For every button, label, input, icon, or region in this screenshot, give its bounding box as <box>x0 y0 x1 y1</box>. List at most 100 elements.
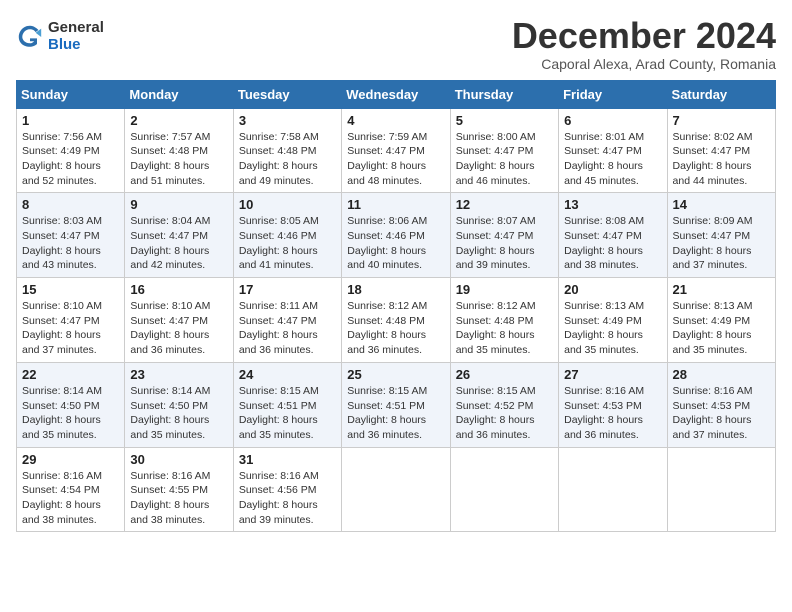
day-number: 14 <box>673 197 770 212</box>
logo-icon <box>16 23 44 51</box>
day-number: 19 <box>456 282 553 297</box>
calendar-cell: 23 Sunrise: 8:14 AMSunset: 4:50 PMDaylig… <box>125 362 233 447</box>
day-number: 12 <box>456 197 553 212</box>
calendar-cell: 31 Sunrise: 8:16 AMSunset: 4:56 PMDaylig… <box>233 447 341 532</box>
day-detail: Sunrise: 8:13 AMSunset: 4:49 PMDaylight:… <box>673 300 753 356</box>
day-number: 20 <box>564 282 661 297</box>
day-detail: Sunrise: 8:10 AMSunset: 4:47 PMDaylight:… <box>22 300 102 356</box>
header-thursday: Thursday <box>450 80 558 108</box>
calendar-cell: 20 Sunrise: 8:13 AMSunset: 4:49 PMDaylig… <box>559 278 667 363</box>
calendar-cell: 10 Sunrise: 8:05 AMSunset: 4:46 PMDaylig… <box>233 193 341 278</box>
calendar-week-row: 8 Sunrise: 8:03 AMSunset: 4:47 PMDayligh… <box>17 193 776 278</box>
day-detail: Sunrise: 8:05 AMSunset: 4:46 PMDaylight:… <box>239 215 319 271</box>
day-detail: Sunrise: 8:15 AMSunset: 4:51 PMDaylight:… <box>239 385 319 441</box>
calendar-cell: 25 Sunrise: 8:15 AMSunset: 4:51 PMDaylig… <box>342 362 450 447</box>
day-number: 6 <box>564 113 661 128</box>
day-detail: Sunrise: 8:07 AMSunset: 4:47 PMDaylight:… <box>456 215 536 271</box>
calendar-week-row: 1 Sunrise: 7:56 AMSunset: 4:49 PMDayligh… <box>17 108 776 193</box>
calendar-cell <box>559 447 667 532</box>
day-detail: Sunrise: 8:15 AMSunset: 4:52 PMDaylight:… <box>456 385 536 441</box>
calendar-cell: 26 Sunrise: 8:15 AMSunset: 4:52 PMDaylig… <box>450 362 558 447</box>
day-number: 23 <box>130 367 227 382</box>
calendar-cell: 8 Sunrise: 8:03 AMSunset: 4:47 PMDayligh… <box>17 193 125 278</box>
day-detail: Sunrise: 8:16 AMSunset: 4:54 PMDaylight:… <box>22 470 102 526</box>
calendar-cell <box>667 447 775 532</box>
day-number: 26 <box>456 367 553 382</box>
calendar-cell: 21 Sunrise: 8:13 AMSunset: 4:49 PMDaylig… <box>667 278 775 363</box>
calendar-cell: 11 Sunrise: 8:06 AMSunset: 4:46 PMDaylig… <box>342 193 450 278</box>
day-number: 4 <box>347 113 444 128</box>
day-detail: Sunrise: 8:13 AMSunset: 4:49 PMDaylight:… <box>564 300 644 356</box>
day-detail: Sunrise: 8:03 AMSunset: 4:47 PMDaylight:… <box>22 215 102 271</box>
day-detail: Sunrise: 8:08 AMSunset: 4:47 PMDaylight:… <box>564 215 644 271</box>
calendar-cell: 4 Sunrise: 7:59 AMSunset: 4:47 PMDayligh… <box>342 108 450 193</box>
day-detail: Sunrise: 8:16 AMSunset: 4:55 PMDaylight:… <box>130 470 210 526</box>
day-detail: Sunrise: 8:12 AMSunset: 4:48 PMDaylight:… <box>456 300 536 356</box>
day-detail: Sunrise: 7:57 AMSunset: 4:48 PMDaylight:… <box>130 131 210 187</box>
day-number: 25 <box>347 367 444 382</box>
day-detail: Sunrise: 8:10 AMSunset: 4:47 PMDaylight:… <box>130 300 210 356</box>
calendar-cell: 2 Sunrise: 7:57 AMSunset: 4:48 PMDayligh… <box>125 108 233 193</box>
day-number: 21 <box>673 282 770 297</box>
day-number: 3 <box>239 113 336 128</box>
day-number: 29 <box>22 452 119 467</box>
day-number: 15 <box>22 282 119 297</box>
day-number: 9 <box>130 197 227 212</box>
calendar-week-row: 29 Sunrise: 8:16 AMSunset: 4:54 PMDaylig… <box>17 447 776 532</box>
calendar-week-row: 15 Sunrise: 8:10 AMSunset: 4:47 PMDaylig… <box>17 278 776 363</box>
day-number: 11 <box>347 197 444 212</box>
calendar-cell: 13 Sunrise: 8:08 AMSunset: 4:47 PMDaylig… <box>559 193 667 278</box>
calendar-cell: 24 Sunrise: 8:15 AMSunset: 4:51 PMDaylig… <box>233 362 341 447</box>
day-detail: Sunrise: 8:00 AMSunset: 4:47 PMDaylight:… <box>456 131 536 187</box>
header-friday: Friday <box>559 80 667 108</box>
calendar-cell: 1 Sunrise: 7:56 AMSunset: 4:49 PMDayligh… <box>17 108 125 193</box>
calendar-cell: 18 Sunrise: 8:12 AMSunset: 4:48 PMDaylig… <box>342 278 450 363</box>
header-wednesday: Wednesday <box>342 80 450 108</box>
calendar-week-row: 22 Sunrise: 8:14 AMSunset: 4:50 PMDaylig… <box>17 362 776 447</box>
calendar-cell: 19 Sunrise: 8:12 AMSunset: 4:48 PMDaylig… <box>450 278 558 363</box>
day-detail: Sunrise: 8:09 AMSunset: 4:47 PMDaylight:… <box>673 215 753 271</box>
day-number: 10 <box>239 197 336 212</box>
calendar-cell <box>342 447 450 532</box>
day-number: 7 <box>673 113 770 128</box>
day-detail: Sunrise: 8:01 AMSunset: 4:47 PMDaylight:… <box>564 131 644 187</box>
calendar-cell: 5 Sunrise: 8:00 AMSunset: 4:47 PMDayligh… <box>450 108 558 193</box>
day-number: 2 <box>130 113 227 128</box>
logo-blue: Blue <box>48 37 104 54</box>
day-number: 18 <box>347 282 444 297</box>
day-detail: Sunrise: 7:56 AMSunset: 4:49 PMDaylight:… <box>22 131 102 187</box>
title-section: December 2024 Caporal Alexa, Arad County… <box>512 16 776 72</box>
calendar-cell: 12 Sunrise: 8:07 AMSunset: 4:47 PMDaylig… <box>450 193 558 278</box>
day-number: 27 <box>564 367 661 382</box>
day-number: 1 <box>22 113 119 128</box>
day-detail: Sunrise: 8:11 AMSunset: 4:47 PMDaylight:… <box>239 300 318 356</box>
day-number: 28 <box>673 367 770 382</box>
location-subtitle: Caporal Alexa, Arad County, Romania <box>512 56 776 72</box>
page-header: General Blue December 2024 Caporal Alexa… <box>16 16 776 72</box>
calendar-cell: 7 Sunrise: 8:02 AMSunset: 4:47 PMDayligh… <box>667 108 775 193</box>
day-detail: Sunrise: 8:14 AMSunset: 4:50 PMDaylight:… <box>22 385 102 441</box>
day-detail: Sunrise: 8:06 AMSunset: 4:46 PMDaylight:… <box>347 215 427 271</box>
day-number: 5 <box>456 113 553 128</box>
calendar-cell: 16 Sunrise: 8:10 AMSunset: 4:47 PMDaylig… <box>125 278 233 363</box>
logo: General Blue <box>16 20 104 53</box>
day-detail: Sunrise: 8:04 AMSunset: 4:47 PMDaylight:… <box>130 215 210 271</box>
day-detail: Sunrise: 8:16 AMSunset: 4:53 PMDaylight:… <box>564 385 644 441</box>
day-detail: Sunrise: 8:16 AMSunset: 4:53 PMDaylight:… <box>673 385 753 441</box>
month-title: December 2024 <box>512 16 776 56</box>
calendar-cell: 17 Sunrise: 8:11 AMSunset: 4:47 PMDaylig… <box>233 278 341 363</box>
day-detail: Sunrise: 8:02 AMSunset: 4:47 PMDaylight:… <box>673 131 753 187</box>
header-saturday: Saturday <box>667 80 775 108</box>
day-number: 13 <box>564 197 661 212</box>
day-number: 17 <box>239 282 336 297</box>
logo-general: General <box>48 20 104 37</box>
calendar-cell: 3 Sunrise: 7:58 AMSunset: 4:48 PMDayligh… <box>233 108 341 193</box>
day-number: 24 <box>239 367 336 382</box>
calendar-cell: 9 Sunrise: 8:04 AMSunset: 4:47 PMDayligh… <box>125 193 233 278</box>
calendar-cell <box>450 447 558 532</box>
day-detail: Sunrise: 7:58 AMSunset: 4:48 PMDaylight:… <box>239 131 319 187</box>
day-number: 16 <box>130 282 227 297</box>
logo-text: General Blue <box>48 20 104 53</box>
calendar-cell: 27 Sunrise: 8:16 AMSunset: 4:53 PMDaylig… <box>559 362 667 447</box>
calendar-cell: 15 Sunrise: 8:10 AMSunset: 4:47 PMDaylig… <box>17 278 125 363</box>
